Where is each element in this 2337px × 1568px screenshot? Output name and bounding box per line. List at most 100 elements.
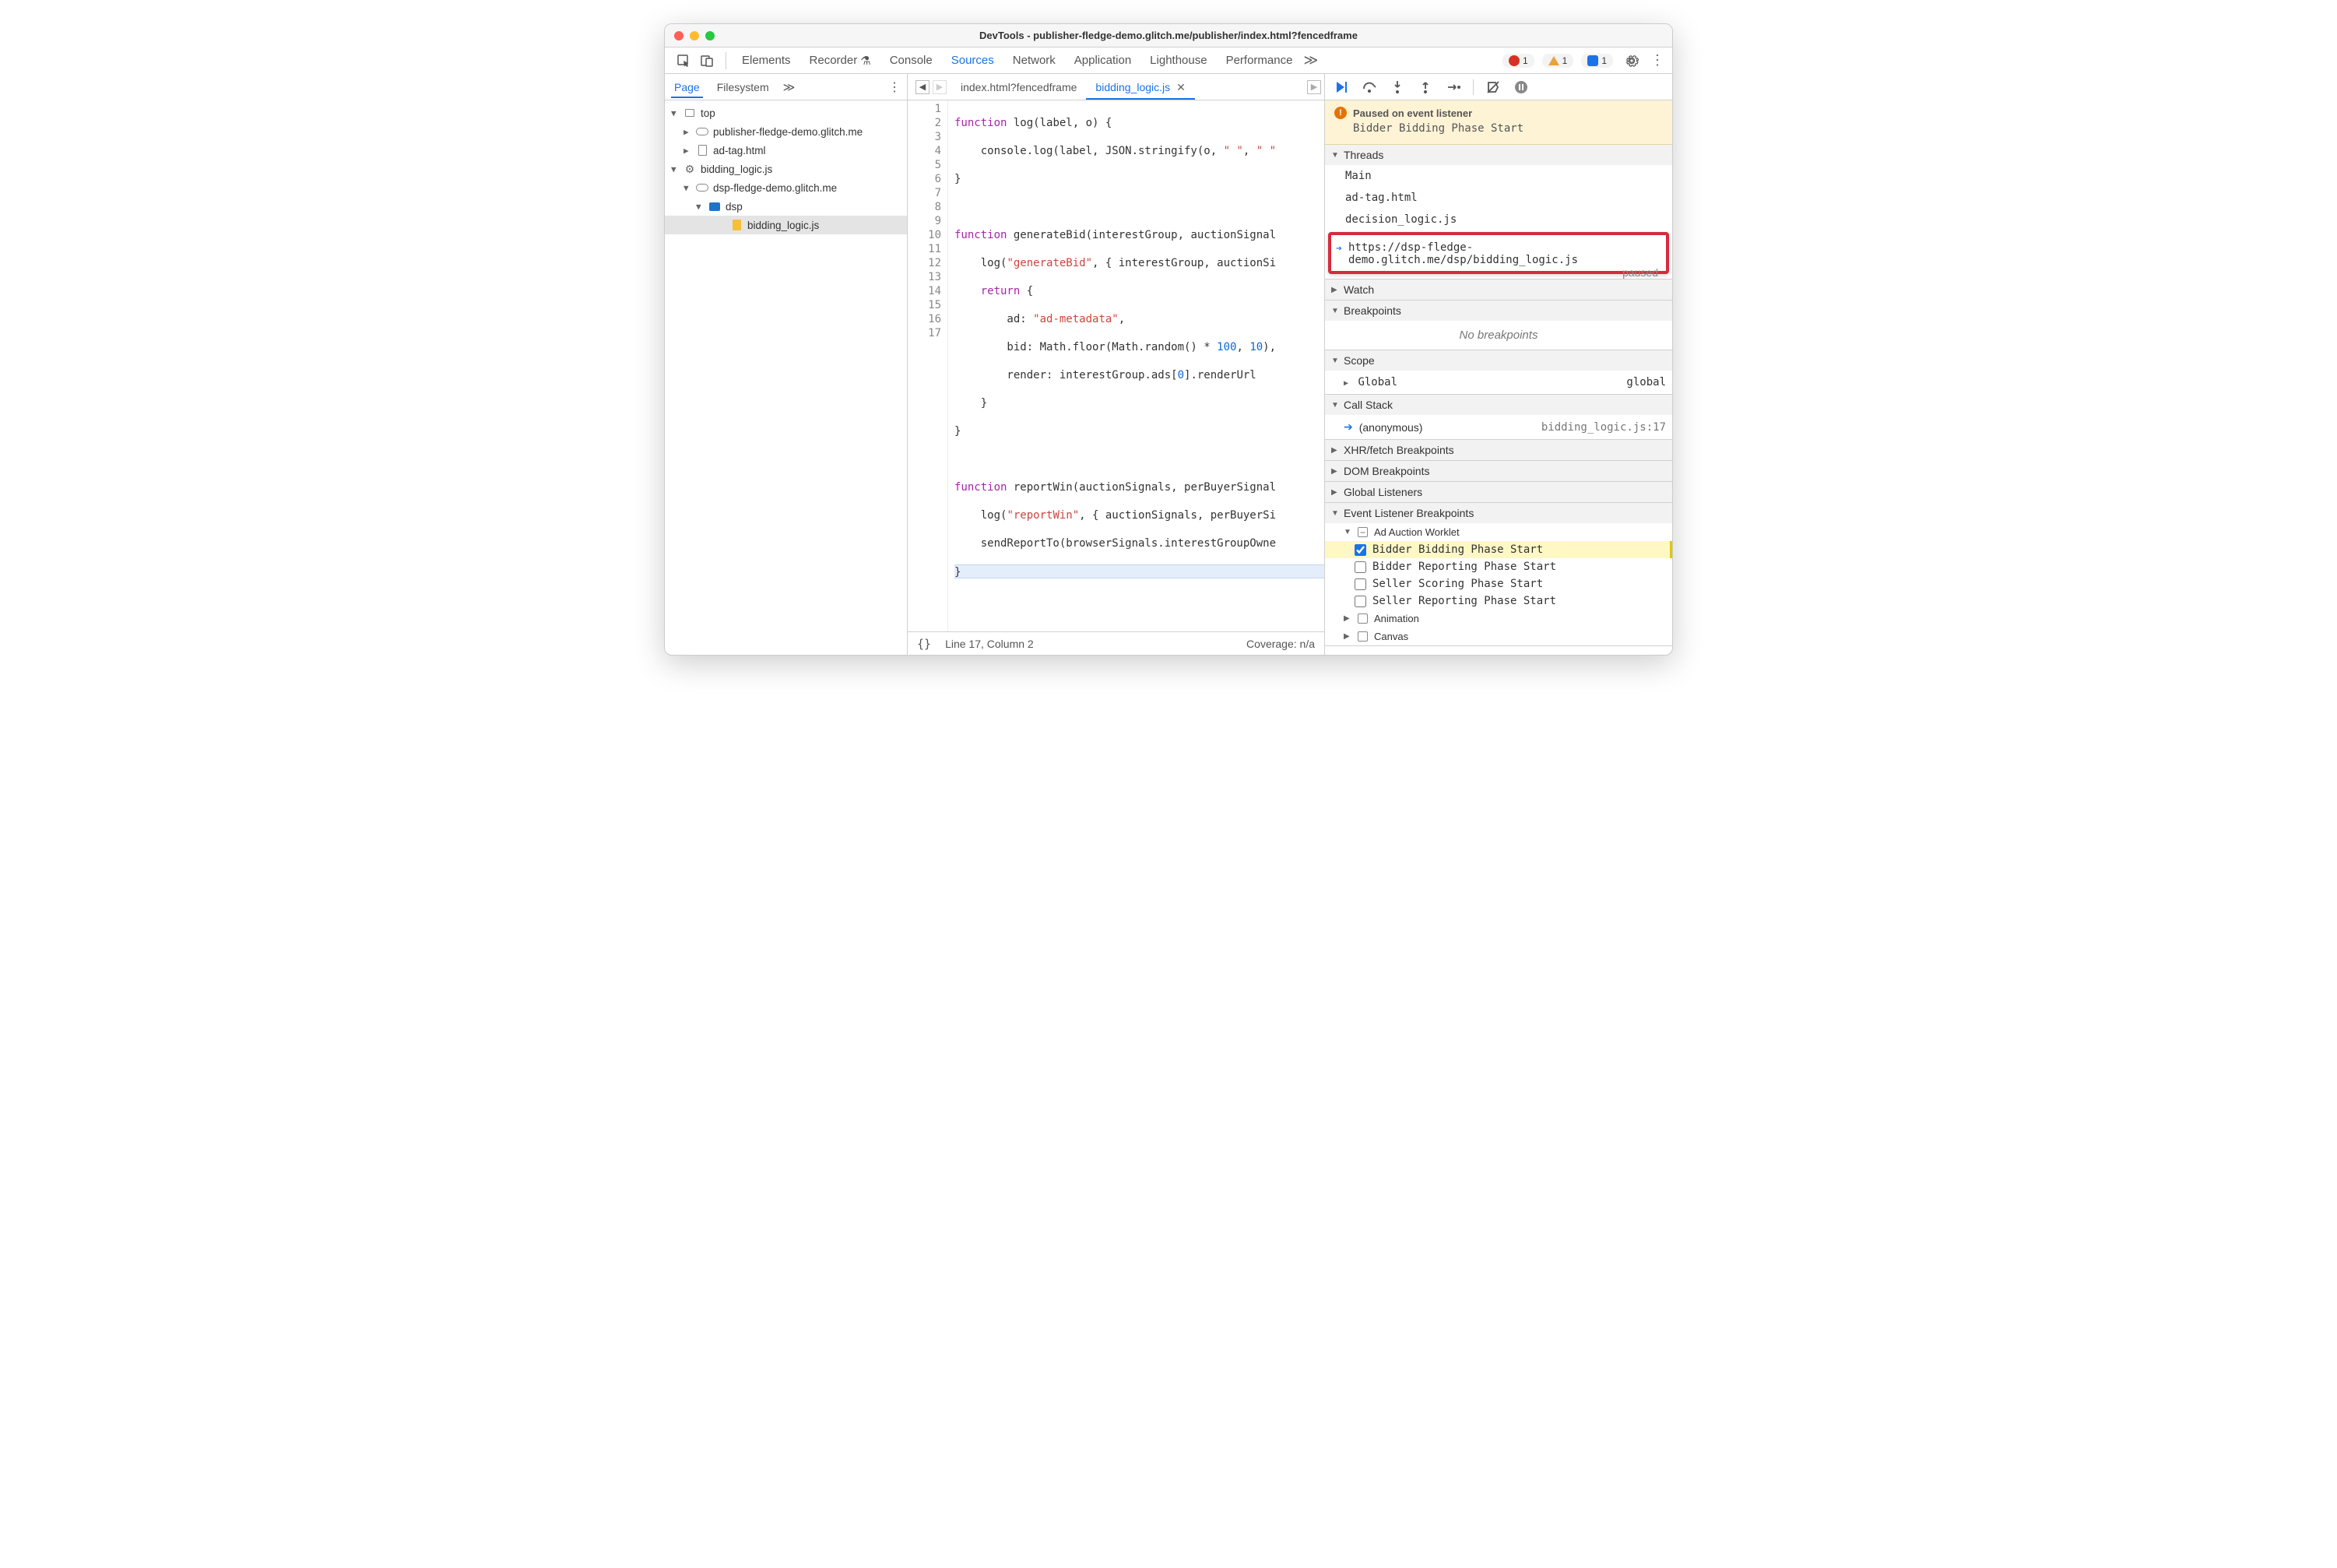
- step-into-icon[interactable]: [1389, 79, 1406, 96]
- indeterminate-checkbox-icon[interactable]: −: [1358, 527, 1368, 537]
- subtab-filesystem[interactable]: Filesystem: [714, 76, 772, 98]
- section-watch: ▶Watch: [1325, 279, 1672, 301]
- elb-checkbox-2[interactable]: [1355, 561, 1366, 573]
- scope-global[interactable]: ▶ Globalglobal: [1325, 371, 1672, 394]
- debugger-toolbar: [1325, 74, 1672, 100]
- issue-count-badge[interactable]: 1: [1581, 54, 1613, 68]
- gl-header[interactable]: ▶Global Listeners: [1325, 482, 1672, 502]
- step-icon[interactable]: [1445, 79, 1462, 96]
- gear-icon[interactable]: [1621, 50, 1643, 72]
- tab-sources[interactable]: Sources: [944, 49, 1002, 72]
- cursor-position: Line 17, Column 2: [945, 638, 1034, 650]
- zoom-icon[interactable]: [705, 31, 715, 40]
- elb-checkbox-4[interactable]: [1355, 596, 1366, 607]
- elb-header[interactable]: ▼Event Listener Breakpoints: [1325, 503, 1672, 523]
- flask-icon: ⚗: [860, 54, 870, 68]
- xhr-bp-header[interactable]: ▶XHR/fetch Breakpoints: [1325, 440, 1672, 460]
- tab-recorder[interactable]: Recorder ⚗: [802, 49, 879, 72]
- editor-tab-index-label: index.html?fencedframe: [961, 81, 1077, 93]
- editor-statusbar: {} Line 17, Column 2 Coverage: n/a: [908, 631, 1324, 655]
- step-out-icon[interactable]: [1417, 79, 1434, 96]
- navigator-tabs: Page Filesystem ≫ ⋮: [665, 74, 907, 100]
- watch-header[interactable]: ▶Watch: [1325, 279, 1672, 300]
- tree-publisher-domain[interactable]: ▶publisher-fledge-demo.glitch.me: [665, 122, 907, 141]
- tree-ad-tag[interactable]: ▶ad-tag.html: [665, 141, 907, 160]
- elb-bidder-bidding-start[interactable]: Bidder Bidding Phase Start: [1325, 541, 1672, 558]
- more-subtabs-icon[interactable]: ≫: [783, 80, 796, 94]
- tab-lighthouse[interactable]: Lighthouse: [1142, 49, 1214, 72]
- elb-label: Event Listener Breakpoints: [1344, 507, 1474, 519]
- elb-checkbox-3[interactable]: [1355, 578, 1366, 590]
- step-over-icon[interactable]: [1361, 79, 1378, 96]
- devtools-window: DevTools - publisher-fledge-demo.glitch.…: [664, 23, 1673, 656]
- tree-dsp-domain[interactable]: ▼dsp-fledge-demo.glitch.me: [665, 178, 907, 197]
- nav-back-icon[interactable]: ◀: [915, 80, 930, 94]
- elb-cat-animation[interactable]: ▶Animation: [1325, 610, 1672, 628]
- elb-canvas-label: Canvas: [1374, 631, 1408, 642]
- tab-elements[interactable]: Elements: [734, 49, 799, 72]
- close-tab-icon[interactable]: ✕: [1176, 81, 1186, 94]
- elb-checkbox-1[interactable]: [1355, 544, 1366, 556]
- code-editor[interactable]: 1234567891011121314151617 function log(l…: [908, 100, 1324, 631]
- callstack-frame[interactable]: ➔(anonymous)bidding_logic.js:17: [1325, 415, 1672, 439]
- inspect-icon[interactable]: [673, 50, 694, 72]
- resume-icon[interactable]: [1333, 79, 1350, 96]
- cloud-icon: [696, 184, 708, 192]
- pretty-print-icon[interactable]: {}: [917, 637, 931, 651]
- kebab-menu-icon[interactable]: ⋮: [1650, 52, 1664, 69]
- error-count-badge[interactable]: 1: [1502, 54, 1534, 68]
- thread-adtag[interactable]: ad-tag.html: [1325, 187, 1672, 209]
- close-icon[interactable]: [674, 31, 684, 40]
- warning-count-badge[interactable]: 1: [1542, 54, 1574, 68]
- current-frame-icon: ➔: [1344, 420, 1353, 434]
- history-nav: ◀ ▶: [911, 80, 951, 94]
- callstack-label: Call Stack: [1344, 399, 1393, 411]
- subtab-page[interactable]: Page: [671, 76, 703, 98]
- coverage-status: Coverage: n/a: [1246, 638, 1315, 650]
- tree-bidding-root[interactable]: ▼⚙bidding_logic.js: [665, 160, 907, 178]
- minimize-icon[interactable]: [690, 31, 699, 40]
- thread-main[interactable]: Main: [1325, 165, 1672, 187]
- code-content[interactable]: function log(label, o) { console.log(lab…: [948, 100, 1324, 631]
- xhr-bp-label: XHR/fetch Breakpoints: [1344, 444, 1454, 456]
- navigator-menu-icon[interactable]: ⋮: [888, 79, 901, 95]
- nav-forward-icon[interactable]: ▶: [933, 80, 947, 94]
- elb-seller-reporting-start[interactable]: Seller Reporting Phase Start: [1325, 592, 1672, 610]
- elb-seller-scoring-start[interactable]: Seller Scoring Phase Start: [1325, 575, 1672, 592]
- paused-detail: Bidder Bidding Phase Start: [1334, 122, 1663, 135]
- editor-column: ◀ ▶ index.html?fencedframe bidding_logic…: [908, 74, 1325, 655]
- dom-bp-header[interactable]: ▶DOM Breakpoints: [1325, 461, 1672, 481]
- tree-bidding-file[interactable]: bidding_logic.js: [665, 216, 907, 234]
- elb-bidder-reporting-start[interactable]: Bidder Reporting Phase Start: [1325, 558, 1672, 575]
- editor-tab-bidding[interactable]: bidding_logic.js✕: [1086, 76, 1194, 100]
- elb-cat-adauction[interactable]: ▼−Ad Auction Worklet: [1325, 523, 1672, 541]
- tree-dsp-folder[interactable]: ▼dsp: [665, 197, 907, 216]
- more-tabs-icon[interactable]: ≫: [1303, 52, 1318, 69]
- deactivate-bp-icon[interactable]: [1485, 79, 1502, 96]
- tree-top[interactable]: ▼top: [665, 104, 907, 122]
- thread-decision[interactable]: decision_logic.js: [1325, 209, 1672, 230]
- breakpoints-header[interactable]: ▼Breakpoints: [1325, 301, 1672, 321]
- callstack-header[interactable]: ▼Call Stack: [1325, 395, 1672, 415]
- threads-header[interactable]: ▼Threads: [1325, 145, 1672, 165]
- pause-exception-icon[interactable]: [1513, 79, 1530, 96]
- breakpoints-label: Breakpoints: [1344, 304, 1401, 317]
- run-snippet-icon[interactable]: ▶: [1307, 80, 1321, 94]
- tab-performance[interactable]: Performance: [1218, 49, 1301, 72]
- tree-bidding-file-label: bidding_logic.js: [747, 220, 819, 231]
- editor-tab-index[interactable]: index.html?fencedframe: [951, 76, 1086, 99]
- editor-tabbar: ◀ ▶ index.html?fencedframe bidding_logic…: [908, 74, 1324, 100]
- checkbox-empty-icon[interactable]: [1358, 613, 1368, 624]
- thread-paused[interactable]: ➔ https://dsp-fledge-demo.glitch.me/dsp/…: [1328, 232, 1669, 274]
- folder-icon: [709, 202, 720, 211]
- elb-cat-canvas[interactable]: ▶Canvas: [1325, 628, 1672, 645]
- thread-paused-label: paused: [1622, 266, 1658, 279]
- tab-console[interactable]: Console: [882, 49, 940, 72]
- tab-network[interactable]: Network: [1005, 49, 1063, 72]
- device-toggle-icon[interactable]: [696, 50, 718, 72]
- tab-application[interactable]: Application: [1067, 49, 1139, 72]
- scope-header[interactable]: ▼Scope: [1325, 350, 1672, 371]
- section-dom-bp: ▶DOM Breakpoints: [1325, 461, 1672, 482]
- section-event-listener-bp: ▼Event Listener Breakpoints ▼−Ad Auction…: [1325, 503, 1672, 646]
- checkbox-empty-icon[interactable]: [1358, 631, 1368, 642]
